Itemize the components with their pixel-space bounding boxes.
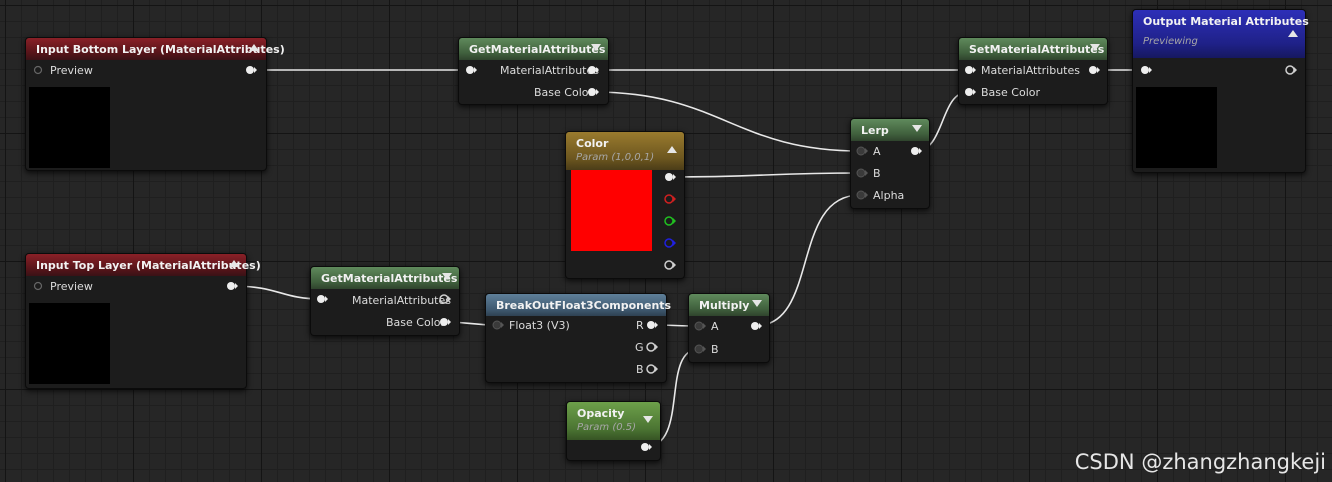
collapse-arrow-icon[interactable] bbox=[442, 273, 452, 280]
collapse-arrow-icon[interactable] bbox=[229, 260, 239, 267]
collapse-arrow-icon[interactable] bbox=[752, 300, 762, 307]
node-header[interactable]: SetMaterialAttributes bbox=[959, 38, 1107, 60]
collapse-arrow-icon[interactable] bbox=[667, 146, 677, 153]
input-pin-icon[interactable] bbox=[693, 320, 707, 332]
node-header[interactable]: GetMaterialAttributes bbox=[311, 267, 459, 289]
output-pin-icon[interactable] bbox=[438, 316, 452, 328]
output-pin-a-icon[interactable] bbox=[663, 259, 677, 271]
collapse-arrow-icon[interactable] bbox=[912, 125, 922, 132]
output-pin-icon[interactable] bbox=[438, 293, 452, 305]
preview-thumbnail bbox=[1136, 87, 1217, 168]
output-pin-icon[interactable] bbox=[645, 319, 659, 331]
pin-label-float3: Float3 (V3) bbox=[509, 319, 570, 332]
input-pin-icon[interactable] bbox=[315, 293, 329, 305]
pin-label-base-color: Base Color bbox=[981, 86, 1041, 99]
input-pin-icon[interactable] bbox=[491, 319, 505, 331]
pin-label-material-attributes: MaterialAttributes bbox=[500, 64, 599, 77]
collapse-arrow-icon[interactable] bbox=[643, 416, 653, 423]
output-pin-icon[interactable] bbox=[1087, 64, 1101, 76]
input-pin-icon[interactable] bbox=[464, 64, 478, 76]
input-pin-icon[interactable] bbox=[855, 167, 869, 179]
pin-label-a: A bbox=[711, 320, 719, 333]
pin-label-r: R bbox=[636, 319, 644, 332]
input-pin-icon[interactable] bbox=[1139, 64, 1153, 76]
collapse-arrow-icon[interactable] bbox=[591, 44, 601, 51]
wire-multiply-to-lerp-alpha[interactable] bbox=[754, 194, 861, 327]
output-pin-icon[interactable] bbox=[586, 64, 600, 76]
node-subtitle: Param (0.5) bbox=[577, 422, 637, 433]
node-subtitle: Param (1,0,0,1) bbox=[576, 152, 655, 163]
node-title: Opacity bbox=[577, 407, 625, 420]
input-pin-icon[interactable] bbox=[963, 64, 977, 76]
input-pin-icon[interactable] bbox=[33, 281, 45, 291]
output-pin-icon[interactable] bbox=[645, 363, 659, 375]
output-pin-b-icon[interactable] bbox=[663, 237, 677, 249]
node-title: GetMaterialAttributes bbox=[469, 43, 606, 56]
node-header[interactable]: Color Param (1,0,0,1) bbox=[566, 132, 684, 170]
collapse-arrow-icon[interactable] bbox=[1288, 30, 1298, 37]
preview-thumbnail bbox=[29, 87, 110, 168]
input-pin-icon[interactable] bbox=[855, 145, 869, 157]
pin-label-g: G bbox=[635, 341, 644, 354]
watermark-text: CSDN @zhangzhangkeji bbox=[1074, 450, 1326, 474]
node-title: Color bbox=[576, 137, 609, 150]
node-header[interactable]: GetMaterialAttributes bbox=[459, 38, 608, 60]
pin-label-preview: Preview bbox=[50, 280, 93, 293]
input-pin-icon[interactable] bbox=[855, 189, 869, 201]
pin-label-b: B bbox=[636, 363, 644, 376]
node-title: BreakOutFloat3Components bbox=[496, 299, 672, 312]
output-pin-icon[interactable] bbox=[909, 145, 923, 157]
pin-label-a: A bbox=[873, 145, 881, 158]
collapse-arrow-icon[interactable] bbox=[1090, 44, 1100, 51]
pin-label-alpha: Alpha bbox=[873, 189, 905, 202]
output-pin-icon[interactable] bbox=[639, 441, 653, 453]
node-header[interactable]: Input Bottom Layer (MaterialAttributes) bbox=[26, 38, 285, 60]
node-subtitle: Previewing bbox=[1143, 36, 1198, 47]
wire-color-to-lerp-b[interactable] bbox=[669, 172, 861, 178]
output-pin-icon[interactable] bbox=[586, 86, 600, 98]
color-swatch bbox=[571, 170, 652, 251]
output-pin-icon[interactable] bbox=[645, 341, 659, 353]
input-pin-icon[interactable] bbox=[963, 86, 977, 98]
node-title: Input Top Layer (MaterialAttributes) bbox=[36, 259, 261, 272]
node-header[interactable]: Input Top Layer (MaterialAttributes) bbox=[26, 254, 261, 276]
node-header[interactable]: Lerp bbox=[851, 119, 929, 141]
pin-label-base-color: Base Color bbox=[386, 316, 446, 329]
pin-label-b: B bbox=[873, 167, 881, 180]
node-title: Multiply bbox=[699, 299, 750, 312]
node-title: Lerp bbox=[861, 124, 889, 137]
output-pin-rgb-icon[interactable] bbox=[663, 171, 677, 183]
node-header[interactable]: Multiply bbox=[689, 294, 769, 316]
output-pin-icon[interactable] bbox=[749, 320, 763, 332]
node-title: SetMaterialAttributes bbox=[969, 43, 1105, 56]
pin-label-preview: Preview bbox=[50, 64, 93, 77]
node-title: GetMaterialAttributes bbox=[321, 272, 458, 285]
node-title: Input Bottom Layer (MaterialAttributes) bbox=[36, 43, 285, 56]
pin-label-base-color: Base Color bbox=[534, 86, 594, 99]
output-pin-r-icon[interactable] bbox=[663, 193, 677, 205]
preview-thumbnail bbox=[29, 303, 110, 384]
node-header[interactable]: BreakOutFloat3Components bbox=[486, 294, 671, 316]
collapse-arrow-icon[interactable] bbox=[249, 44, 259, 51]
output-pin-icon[interactable] bbox=[225, 280, 239, 292]
pin-label-material-attributes: MaterialAttributes bbox=[981, 64, 1080, 77]
output-pin-g-icon[interactable] bbox=[663, 215, 677, 227]
pin-label-b: B bbox=[711, 343, 719, 356]
node-header[interactable]: Output Material Attributes Previewing bbox=[1133, 10, 1309, 58]
input-pin-icon[interactable] bbox=[33, 65, 45, 75]
output-pin-icon[interactable] bbox=[1284, 64, 1298, 76]
node-header[interactable]: Opacity Param (0.5) bbox=[567, 402, 660, 440]
pin-label-material-attributes: MaterialAttributes bbox=[352, 294, 451, 307]
output-pin-icon[interactable] bbox=[244, 64, 258, 76]
node-title: Output Material Attributes bbox=[1143, 15, 1309, 28]
input-pin-icon[interactable] bbox=[693, 343, 707, 355]
